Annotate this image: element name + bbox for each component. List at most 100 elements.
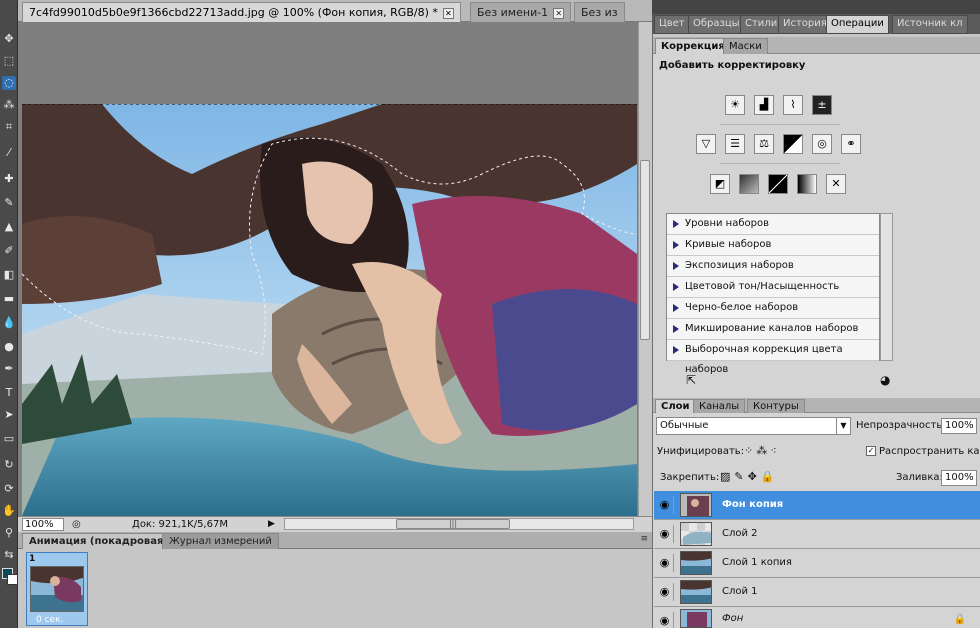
type-tool-icon[interactable]: T [2,386,16,400]
pen-tool-icon[interactable]: ✒ [2,362,16,376]
preset-black-white[interactable]: Черно-белое наборов [667,298,879,319]
gradient-tool-icon[interactable]: ▬ [2,292,16,306]
expand-triangle-icon[interactable] [673,283,679,291]
tab-animation[interactable]: Анимация (покадровая) [22,533,175,549]
zoom-tool-icon[interactable]: ⚲ [2,526,16,540]
blur-tool-icon[interactable]: 💧 [2,316,16,330]
crop-tool-icon[interactable]: ⌗ [2,120,16,134]
eye-icon[interactable]: ◉ [656,496,674,514]
return-to-list-icon[interactable]: ⇱ [686,374,704,388]
preset-channel-mixer[interactable]: Микширование каналов наборов [667,319,879,340]
path-selection-icon[interactable]: ➤ [2,408,16,422]
tab-swatches[interactable]: Образцы [688,15,745,34]
lasso-tool-icon[interactable]: ◌ [2,76,16,90]
tab-actions[interactable]: Операции [826,15,889,34]
tab-clone-source[interactable]: Источник кл [892,15,968,34]
shape-tool-icon[interactable]: ▭ [2,432,16,446]
frame-number: 1 [29,554,36,564]
photo-filter-icon[interactable]: ◎ [812,134,832,154]
expand-triangle-icon[interactable] [673,220,679,228]
layer-row[interactable]: ◉ Фон 🔒 [654,607,980,628]
expand-triangle-icon[interactable] [673,262,679,270]
brush-tool-icon[interactable]: ✎ [2,196,16,210]
clip-to-layer-icon[interactable]: ◕ [880,374,900,388]
layer-row[interactable]: ◉ Слой 1 копия [654,549,980,578]
tab-third[interactable]: Без из [574,2,625,22]
tab-untitled[interactable]: Без имени-1 ✕ [470,2,572,22]
expand-triangle-icon[interactable] [673,346,679,354]
hand-tool-icon[interactable]: ✋ [2,504,16,518]
color-balance-icon[interactable]: ⚖ [754,134,774,154]
close-icon[interactable]: ✕ [442,7,454,19]
status-menu-icon[interactable]: ◎ [72,518,86,531]
marquee-tool-icon[interactable]: ⬚ [2,54,16,68]
tab-styles[interactable]: Стили [740,15,783,34]
black-white-icon[interactable] [783,134,803,154]
curves-icon[interactable]: ⌇ [783,95,803,115]
move-tool-icon[interactable]: ✥ [2,32,16,46]
lock-buttons-icon[interactable]: ▨✎✥🔒 [720,470,779,483]
eye-icon[interactable]: ◉ [656,554,674,572]
dodge-tool-icon[interactable]: ● [2,340,16,354]
tab-paths[interactable]: Контуры [747,399,805,413]
channel-mixer-icon[interactable]: ⚭ [841,134,861,154]
posterize-icon[interactable] [739,174,759,194]
preset-exposure[interactable]: Экспозиция наборов [667,256,879,277]
preset-selective-color[interactable]: Выборочная коррекция цвета наборов [667,340,879,375]
status-arrow-icon[interactable]: ▶ [268,518,275,531]
selective-color-icon[interactable]: ✕ [826,174,846,194]
presets-scrollbar[interactable] [880,213,893,361]
3d-orbit-icon[interactable]: ⟳ [2,482,16,496]
zoom-field[interactable]: 100% [22,518,64,531]
unify-buttons-icon[interactable]: ⁘⁂⁖ [744,444,780,457]
close-icon[interactable]: ✕ [553,7,565,19]
blend-mode-select[interactable]: Обычные ▼ [656,417,851,435]
expand-triangle-icon[interactable] [673,304,679,312]
eye-icon[interactable]: ◉ [656,525,674,543]
tab-history[interactable]: История [778,15,832,34]
hue-saturation-icon[interactable]: ☰ [725,134,745,154]
healing-brush-icon[interactable]: ✚ [2,172,16,186]
chevron-down-icon[interactable]: ▼ [836,418,850,434]
history-brush-icon[interactable]: ✐ [2,244,16,258]
fill-input[interactable]: 100% [941,470,977,486]
opacity-input[interactable]: 100% [941,418,977,434]
brightness-icon[interactable]: ☀ [725,95,745,115]
eye-icon[interactable]: ◉ [656,583,674,601]
expand-triangle-icon[interactable] [673,241,679,249]
swap-colors-icon[interactable]: ⇆ [2,548,16,562]
tab-adjustments[interactable]: Коррекция [655,38,731,54]
vertical-scroll-thumb[interactable] [640,160,650,340]
gradient-map-icon[interactable] [797,174,817,194]
exposure-icon[interactable]: ± [812,95,832,115]
layer-row[interactable]: ◉ Слой 2 [654,520,980,549]
tab-document-active[interactable]: 7c4fd99010d5b0e9f1366cbd22713add.jpg @ 1… [22,2,461,22]
eye-icon[interactable]: ◉ [656,612,674,628]
vibrance-icon[interactable]: ▽ [696,134,716,154]
tab-color[interactable]: Цвет [654,15,690,34]
layer-row[interactable]: ◉ Слой 1 [654,578,980,607]
expand-triangle-icon[interactable] [673,325,679,333]
preset-levels[interactable]: Уровни наборов [667,214,879,235]
horizontal-scroll-thumb[interactable]: ||| [396,519,510,529]
preset-hue-saturation[interactable]: Цветовой тон/Насыщенность наборов [667,277,879,312]
frame-delay[interactable]: 0 сек. [36,615,63,625]
tab-channels[interactable]: Каналы [693,399,746,413]
clone-stamp-icon[interactable]: ▲ [2,220,16,234]
panel-menu-icon[interactable]: ≡ [640,534,648,544]
propagate-frame-checkbox[interactable]: ✓ [866,446,876,456]
levels-icon[interactable]: ▟ [754,95,774,115]
3d-rotate-icon[interactable]: ↻ [2,458,16,472]
eyedropper-icon[interactable]: ⁄ [2,146,16,160]
tab-masks[interactable]: Маски [723,38,768,54]
tab-measurement-log[interactable]: Журнал измерений [162,533,279,549]
magic-wand-icon[interactable]: ⁂ [2,98,16,112]
preset-curves[interactable]: Кривые наборов [667,235,879,256]
threshold-icon[interactable] [768,174,788,194]
layer-row[interactable]: ◉ Фон копия [654,491,980,520]
eraser-tool-icon[interactable]: ◧ [2,268,16,282]
tab-layers[interactable]: Слои [655,399,696,413]
background-color-swatch[interactable] [7,574,18,585]
invert-icon[interactable]: ◩ [710,174,730,194]
document-image[interactable] [22,104,637,516]
